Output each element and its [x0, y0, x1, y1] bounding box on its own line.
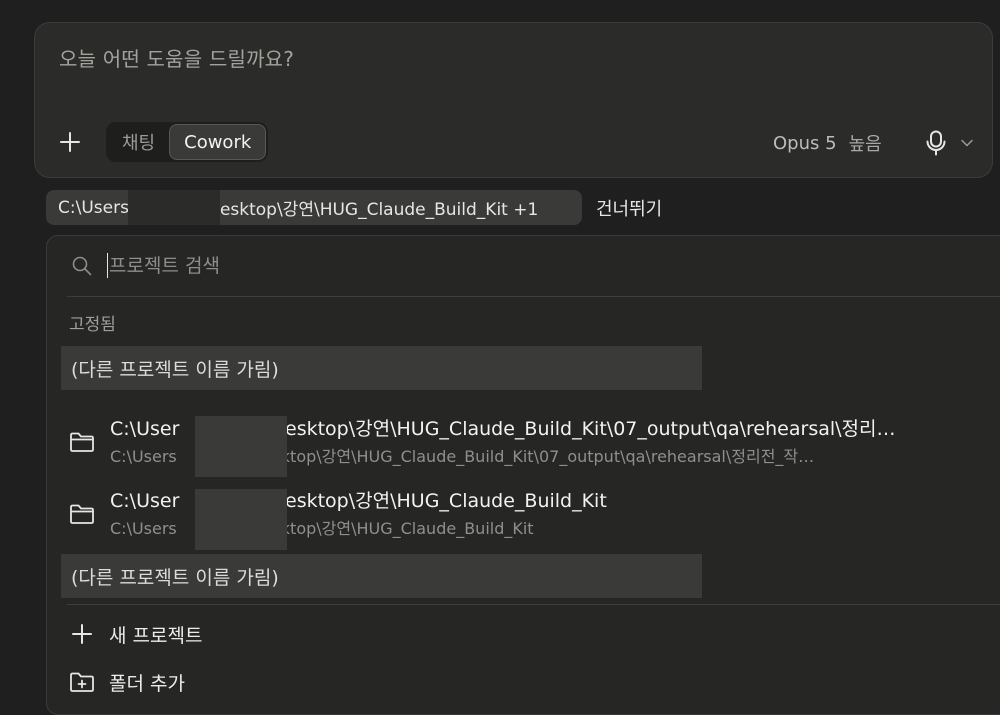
- chevron-down-icon: [961, 139, 973, 147]
- hidden-project-item[interactable]: (다른 프로젝트 이름 가림): [61, 554, 702, 598]
- microphone-icon: [926, 130, 946, 156]
- voice-options-button[interactable]: [957, 133, 977, 153]
- mode-toggle: 채팅 Cowork: [106, 122, 269, 162]
- project-path-end: eesktop\강연\HUG_Claude_Build_Kit: [252, 519, 534, 538]
- model-selector[interactable]: Opus 5 높음: [773, 129, 882, 157]
- hidden-project-item[interactable]: (다른 프로젝트 이름 가림): [61, 346, 702, 390]
- redacted-area: [127, 190, 220, 225]
- redacted-area: [195, 489, 287, 550]
- text-caret: [107, 253, 108, 278]
- voice-input-button[interactable]: [921, 127, 951, 159]
- plus-icon: [60, 132, 80, 152]
- tab-chat[interactable]: 채팅: [108, 124, 169, 160]
- tab-cowork[interactable]: Cowork: [169, 124, 267, 160]
- project-picker: 고정됨 (다른 프로젝트 이름 가림) C:\User Desktop\강연\HU…: [46, 235, 1000, 715]
- divider: [67, 296, 1000, 297]
- add-attachment-button[interactable]: [55, 127, 85, 157]
- add-folder-label: 폴더 추가: [109, 672, 185, 695]
- selected-folder-chip[interactable]: C:\Users esktop\강연\HUG_Claude_Build_Kit …: [46, 190, 582, 225]
- skip-button[interactable]: 건너뛰기: [596, 195, 662, 221]
- new-project-button[interactable]: 새 프로젝트: [61, 614, 661, 654]
- project-name-end: Desktop\강연\HUG_Claude_Build_Kit\07_outpu…: [270, 418, 896, 440]
- project-search-input[interactable]: [109, 249, 709, 283]
- prompt-placeholder[interactable]: 오늘 어떤 도움을 드릴까요?: [59, 43, 294, 72]
- project-name-start: C:\User: [110, 418, 180, 440]
- redacted-area: [195, 416, 287, 477]
- folder-plus-icon: [70, 672, 94, 692]
- search-icon: [72, 256, 92, 276]
- project-search: [47, 236, 1000, 296]
- project-item[interactable]: C:\User Desktop\강연\HUG_Claude_Build_Kit C…: [61, 480, 1000, 550]
- add-folder-button[interactable]: 폴더 추가: [61, 662, 661, 702]
- prompt-composer[interactable]: 오늘 어떤 도움을 드릴까요? 채팅 Cowork Opus 5 높음: [34, 22, 993, 178]
- pinned-section-label: 고정됨: [69, 315, 116, 335]
- folder-icon: [70, 432, 94, 452]
- project-item[interactable]: C:\User Desktop\강연\HUG_Claude_Build_Kit\0…: [61, 408, 1000, 477]
- project-name-start: C:\User: [110, 490, 180, 512]
- folder-path-start: C:\Users: [58, 197, 129, 218]
- plus-icon: [72, 624, 92, 644]
- model-name: Opus 5: [773, 132, 837, 154]
- project-path-start: C:\Users: [110, 447, 177, 466]
- project-path-end: eesktop\강연\HUG_Claude_Build_Kit\07_outpu…: [252, 447, 815, 466]
- folder-path-end: esktop\강연\HUG_Claude_Build_Kit +1: [219, 200, 539, 220]
- folder-icon: [70, 504, 94, 524]
- project-name-end: Desktop\강연\HUG_Claude_Build_Kit: [270, 490, 607, 512]
- effort-level: 높음: [848, 134, 882, 155]
- new-project-label: 새 프로젝트: [109, 624, 203, 647]
- divider: [67, 604, 1000, 605]
- project-path-start: C:\Users: [110, 519, 177, 538]
